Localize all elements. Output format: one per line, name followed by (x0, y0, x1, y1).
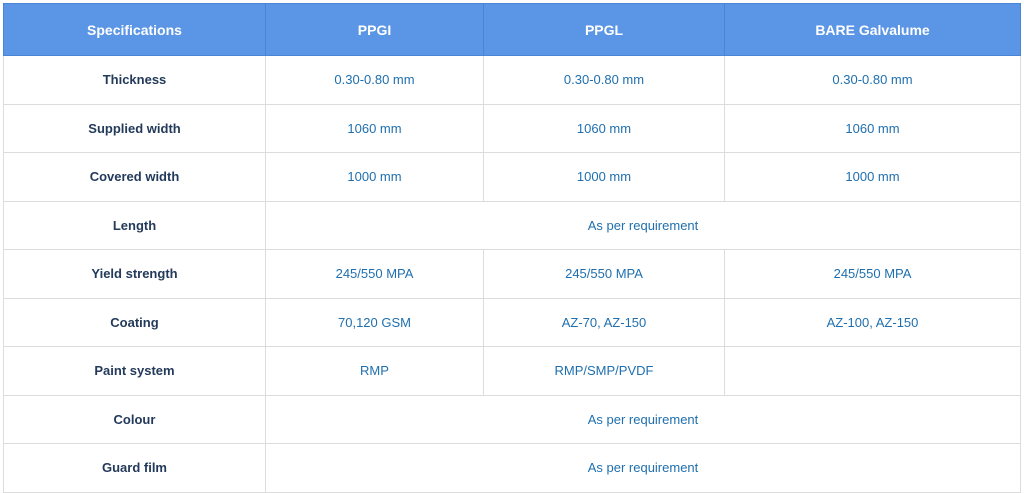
cell-merged: As per requirement (265, 443, 1021, 493)
cell-ppgl: RMP/SMP/PVDF (483, 346, 725, 396)
table-header-row: Specifications PPGI PPGL BARE Galvalume (3, 3, 1021, 56)
table-row: Guard film As per requirement (3, 443, 1021, 493)
table-row: Coating 70,120 GSM AZ-70, AZ-150 AZ-100,… (3, 297, 1021, 347)
header-bare-galvalume: BARE Galvalume (724, 3, 1021, 56)
row-label-guard-film: Guard film (3, 443, 266, 493)
cell-ppgl: 0.30-0.80 mm (483, 55, 725, 105)
row-label-yield-strength: Yield strength (3, 249, 266, 299)
cell-bare: 245/550 MPA (724, 249, 1021, 299)
cell-ppgl: 1060 mm (483, 103, 725, 153)
cell-ppgl: AZ-70, AZ-150 (483, 297, 725, 347)
cell-ppgi: 245/550 MPA (265, 249, 484, 299)
table-row: Covered width 1000 mm 1000 mm 1000 mm (3, 152, 1021, 202)
cell-bare: 1000 mm (724, 152, 1021, 202)
cell-ppgi: 1000 mm (265, 152, 484, 202)
table-row: Colour As per requirement (3, 394, 1021, 444)
cell-ppgl: 1000 mm (483, 152, 725, 202)
header-ppgl: PPGL (483, 3, 725, 56)
header-specifications: Specifications (3, 3, 266, 56)
cell-ppgi: 70,120 GSM (265, 297, 484, 347)
cell-bare (724, 346, 1021, 396)
cell-ppgl: 245/550 MPA (483, 249, 725, 299)
cell-ppgi: 1060 mm (265, 103, 484, 153)
cell-merged: As per requirement (265, 200, 1021, 250)
table-row: Length As per requirement (3, 200, 1021, 250)
cell-bare: 0.30-0.80 mm (724, 55, 1021, 105)
table-row: Yield strength 245/550 MPA 245/550 MPA 2… (3, 249, 1021, 299)
cell-bare: 1060 mm (724, 103, 1021, 153)
row-label-thickness: Thickness (3, 55, 266, 105)
row-label-paint-system: Paint system (3, 346, 266, 396)
header-ppgi: PPGI (265, 3, 484, 56)
cell-bare: AZ-100, AZ-150 (724, 297, 1021, 347)
row-label-covered-width: Covered width (3, 152, 266, 202)
cell-ppgi: 0.30-0.80 mm (265, 55, 484, 105)
cell-ppgi: RMP (265, 346, 484, 396)
row-label-colour: Colour (3, 394, 266, 444)
cell-merged: As per requirement (265, 394, 1021, 444)
row-label-coating: Coating (3, 297, 266, 347)
specifications-table: Specifications PPGI PPGL BARE Galvalume … (3, 3, 1021, 493)
table-row: Thickness 0.30-0.80 mm 0.30-0.80 mm 0.30… (3, 55, 1021, 105)
table-row: Paint system RMP RMP/SMP/PVDF (3, 346, 1021, 396)
row-label-length: Length (3, 200, 266, 250)
table-row: Supplied width 1060 mm 1060 mm 1060 mm (3, 103, 1021, 153)
row-label-supplied-width: Supplied width (3, 103, 266, 153)
